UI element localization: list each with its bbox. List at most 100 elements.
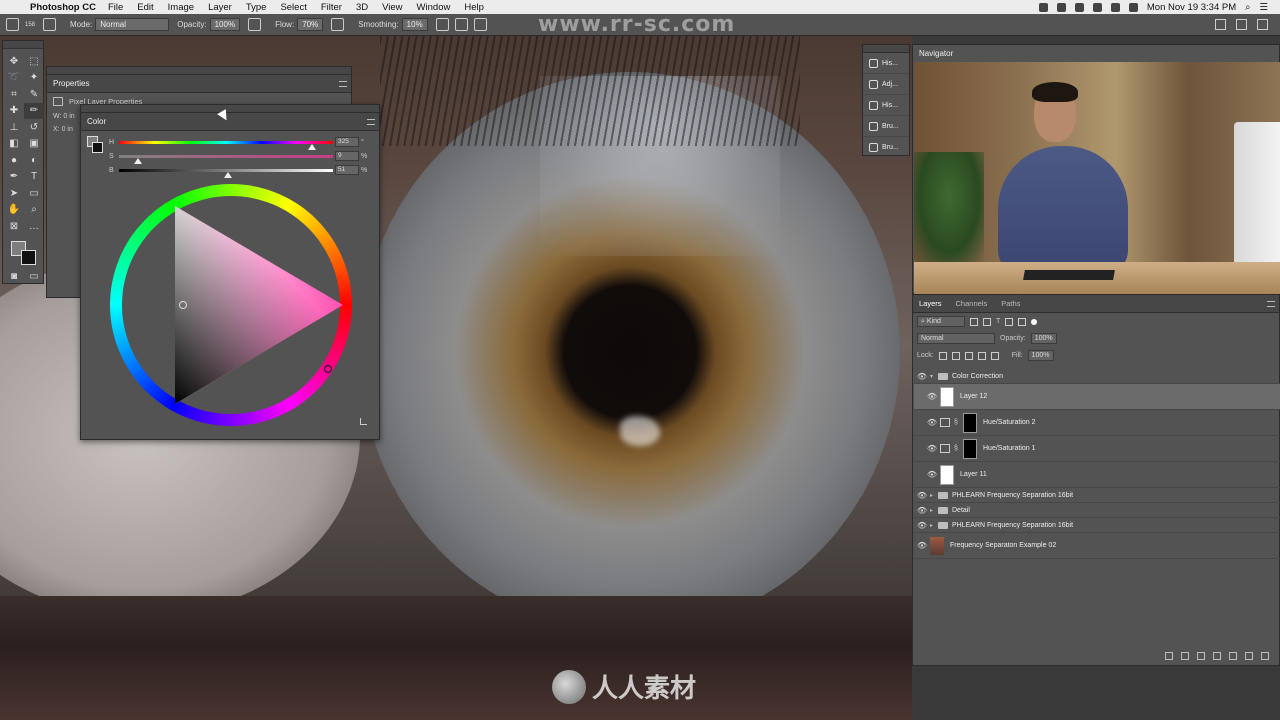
menu-filter[interactable]: Filter bbox=[321, 2, 342, 13]
pressure-size-icon[interactable] bbox=[454, 18, 468, 31]
menu-3d[interactable]: 3D bbox=[356, 2, 368, 13]
filter-pixel-icon[interactable] bbox=[970, 317, 978, 326]
layer-row[interactable]: 👁 § Hue/Saturation 2 bbox=[914, 410, 1280, 436]
pressure-opacity-icon[interactable] bbox=[248, 18, 262, 31]
panel-grip[interactable] bbox=[81, 105, 379, 113]
healing-brush-tool-icon[interactable]: ✚ bbox=[4, 103, 24, 120]
volume-icon[interactable] bbox=[1128, 2, 1138, 12]
panel-grip[interactable] bbox=[47, 67, 351, 75]
rectangle-tool-icon[interactable]: ▭ bbox=[24, 185, 44, 202]
spotlight-icon[interactable]: ⌕ bbox=[1245, 2, 1250, 13]
panel-menu-icon[interactable] bbox=[1267, 300, 1275, 307]
panel-grip[interactable] bbox=[3, 41, 43, 49]
panel-menu-icon[interactable] bbox=[367, 118, 375, 125]
link-chain-icon[interactable]: § bbox=[954, 419, 960, 426]
pen-tool-icon[interactable]: ✒ bbox=[4, 169, 24, 186]
status-icon[interactable] bbox=[1074, 2, 1084, 12]
menu-image[interactable]: Image bbox=[168, 2, 194, 13]
creative-cloud-icon[interactable] bbox=[1038, 2, 1048, 12]
screen-mode-icon[interactable]: ▭ bbox=[24, 269, 44, 286]
menu-window[interactable]: Window bbox=[417, 2, 451, 13]
layer-style-icon[interactable] bbox=[1181, 652, 1189, 660]
menu-edit[interactable]: Edit bbox=[137, 2, 153, 13]
layer-row[interactable]: 👁 § Hue/Saturation 1 bbox=[914, 436, 1280, 462]
layer-mask-thumbnail[interactable] bbox=[963, 438, 977, 459]
zoom-tool-icon[interactable]: ⌕ bbox=[24, 202, 44, 219]
notification-center-icon[interactable]: ☰ bbox=[1259, 2, 1268, 13]
navigator-tab[interactable]: Navigator bbox=[919, 49, 953, 58]
layer-row[interactable]: 👁 ▸ PHLEARN Frequency Separation 16bit bbox=[914, 488, 1280, 503]
tab-layers[interactable]: Layers bbox=[919, 299, 942, 308]
visibility-eye-icon[interactable]: 👁 bbox=[924, 418, 940, 427]
gear-icon[interactable] bbox=[435, 18, 449, 31]
share-icon[interactable] bbox=[1257, 19, 1268, 30]
dock-brushes[interactable]: Bru... bbox=[863, 116, 909, 137]
dodge-tool-icon[interactable]: ◐ bbox=[24, 152, 44, 169]
new-layer-icon[interactable] bbox=[1245, 652, 1253, 660]
dock-brush-settings[interactable]: Bru... bbox=[863, 137, 909, 158]
dock-history[interactable]: His... bbox=[863, 53, 909, 74]
visibility-eye-icon[interactable]: 👁 bbox=[924, 470, 940, 479]
trash-icon[interactable] bbox=[1261, 652, 1269, 660]
visibility-eye-icon[interactable]: 👁 bbox=[924, 392, 940, 401]
visibility-eye-icon[interactable]: 👁 bbox=[914, 491, 930, 500]
menu-type[interactable]: Type bbox=[246, 2, 267, 13]
eraser-tool-icon[interactable]: ◧ bbox=[4, 136, 24, 153]
hue-slider[interactable] bbox=[119, 140, 333, 150]
quick-mask-icon[interactable]: ◙ bbox=[4, 269, 24, 286]
app-menu[interactable]: Photoshop CC bbox=[30, 2, 96, 13]
magic-wand-tool-icon[interactable]: ✦ bbox=[24, 70, 44, 87]
menu-layer[interactable]: Layer bbox=[208, 2, 232, 13]
hand-tool-icon[interactable]: ✋ bbox=[4, 202, 24, 219]
visibility-eye-icon[interactable]: 👁 bbox=[914, 506, 930, 515]
saturation-value[interactable]: 9 bbox=[335, 151, 359, 161]
wifi-icon[interactable] bbox=[1110, 2, 1120, 12]
group-expand-arrow-icon[interactable]: ▸ bbox=[930, 522, 938, 529]
fill-field[interactable]: 100% bbox=[1027, 350, 1054, 361]
new-adjustment-icon[interactable] bbox=[1213, 652, 1221, 660]
x-value[interactable]: 0 in bbox=[62, 126, 73, 133]
clone-stamp-tool-icon[interactable]: ⊥ bbox=[4, 119, 24, 136]
gradient-tool-icon[interactable]: ▣ bbox=[24, 136, 44, 153]
visibility-eye-icon[interactable]: 👁 bbox=[914, 372, 930, 381]
blend-mode-select[interactable]: Normal bbox=[917, 333, 995, 344]
properties-tab[interactable]: Properties bbox=[53, 79, 89, 88]
marquee-tool-icon[interactable]: ⬚ bbox=[24, 53, 44, 70]
smoothing-field[interactable]: 10% bbox=[401, 18, 428, 31]
brush-settings-icon[interactable] bbox=[43, 18, 57, 31]
lock-all-icon[interactable] bbox=[990, 351, 999, 360]
visibility-eye-icon[interactable]: 👁 bbox=[924, 444, 940, 453]
menu-file[interactable]: File bbox=[108, 2, 123, 13]
hue-value[interactable]: 325 bbox=[335, 137, 359, 147]
frame-tool-icon[interactable]: ⊠ bbox=[4, 218, 24, 235]
tab-paths[interactable]: Paths bbox=[1001, 299, 1020, 308]
layer-row[interactable]: 👁 ▾ Color Correction bbox=[914, 369, 1280, 384]
link-layers-icon[interactable] bbox=[1165, 652, 1173, 660]
battery-icon[interactable] bbox=[1092, 2, 1102, 12]
add-mask-icon[interactable] bbox=[1197, 652, 1205, 660]
link-chain-icon[interactable]: § bbox=[954, 445, 960, 452]
menu-help[interactable]: Help bbox=[464, 2, 484, 13]
search-icon[interactable] bbox=[1215, 19, 1226, 30]
status-icon[interactable] bbox=[1056, 2, 1066, 12]
crop-tool-icon[interactable]: ⌗ bbox=[4, 86, 24, 103]
airbrush-icon[interactable] bbox=[331, 18, 345, 31]
layer-row[interactable]: 👁 ▸ PHLEARN Frequency Separation 16bit bbox=[914, 518, 1280, 533]
group-expand-arrow-icon[interactable]: ▾ bbox=[930, 373, 938, 380]
brightness-slider-thumb[interactable] bbox=[224, 171, 233, 178]
menu-select[interactable]: Select bbox=[280, 2, 306, 13]
layer-opacity-field[interactable]: 100% bbox=[1030, 333, 1057, 344]
saturation-slider[interactable] bbox=[119, 154, 333, 164]
width-value[interactable]: 0 in bbox=[63, 113, 74, 120]
panel-menu-icon[interactable] bbox=[339, 80, 347, 87]
group-expand-arrow-icon[interactable]: ▸ bbox=[930, 507, 938, 514]
lock-transparent-icon[interactable] bbox=[938, 351, 947, 360]
eyedropper-tool-icon[interactable]: ✎ bbox=[24, 86, 44, 103]
move-tool-icon[interactable]: ✥ bbox=[4, 53, 24, 70]
visibility-eye-icon[interactable]: 👁 bbox=[914, 521, 930, 530]
dock-adjustments[interactable]: Adj... bbox=[863, 74, 909, 95]
layer-row[interactable]: 👁 Layer 11 bbox=[914, 462, 1280, 488]
blur-tool-icon[interactable]: ● bbox=[4, 152, 24, 169]
more-tools-icon[interactable]: … bbox=[24, 218, 44, 235]
brightness-value[interactable]: 51 bbox=[335, 165, 359, 175]
